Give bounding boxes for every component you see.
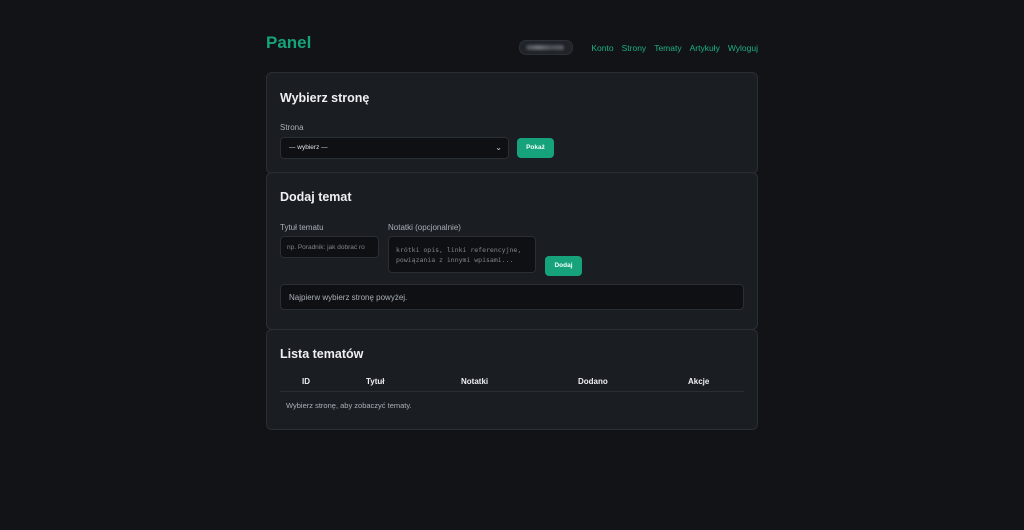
info-message: Najpierw wybierz stronę powyżej.: [280, 284, 744, 310]
nav-artykuly[interactable]: Artykuły: [690, 43, 720, 53]
logo: Panel: [266, 33, 312, 52]
topic-title-label: Tytuł tematu: [280, 223, 324, 232]
nav-wyloguj[interactable]: Wyloguj: [728, 43, 758, 53]
select-page-card: Wybierz stronę Strona — wybierz — ⌄ Poka…: [266, 72, 758, 174]
page-select-value: — wybierz —: [289, 144, 328, 151]
page-select-label: Strona: [280, 123, 304, 132]
topic-title-input[interactable]: np. Poradnik: jak dobrać ro: [280, 236, 379, 258]
page-container: Panel Konto Strony Tematy Artykuły Wylog…: [266, 0, 758, 430]
add-button[interactable]: Dodaj: [545, 256, 582, 276]
page-select[interactable]: — wybierz — ⌄: [280, 137, 509, 159]
nav-tematy[interactable]: Tematy: [654, 43, 681, 53]
top-nav: Konto Strony Tematy Artykuły Wyloguj: [519, 40, 758, 55]
nav-konto[interactable]: Konto: [591, 43, 613, 53]
show-button[interactable]: Pokaż: [517, 138, 554, 158]
header: Panel Konto Strony Tematy Artykuły Wylog…: [266, 0, 758, 72]
notes-textarea[interactable]: krótki opis, linki referencyjne, powiąza…: [388, 236, 536, 273]
blurred-username: [526, 45, 565, 50]
add-topic-card: Dodaj temat Tytuł tematu np. Poradnik: j…: [266, 172, 758, 330]
column-header-id: ID: [302, 377, 310, 386]
table-divider: [280, 391, 744, 392]
nav-strony[interactable]: Strony: [622, 43, 647, 53]
empty-table-message: Wybierz stronę, aby zobaczyć tematy.: [286, 401, 412, 410]
column-header-title: Tytuł: [366, 377, 385, 386]
column-header-added: Dodano: [578, 377, 608, 386]
card-title: Lista tematów: [280, 347, 364, 361]
topic-list-card: Lista tematów ID Tytuł Notatki Dodano Ak…: [266, 329, 758, 430]
card-title: Wybierz stronę: [280, 91, 370, 105]
notes-label: Notatki (opcjonalnie): [388, 223, 461, 232]
card-title: Dodaj temat: [280, 190, 352, 204]
column-header-actions: Akcje: [688, 377, 710, 386]
user-badge: [519, 40, 574, 55]
chevron-down-icon: ⌄: [495, 143, 502, 152]
column-header-notes: Notatki: [461, 377, 489, 386]
